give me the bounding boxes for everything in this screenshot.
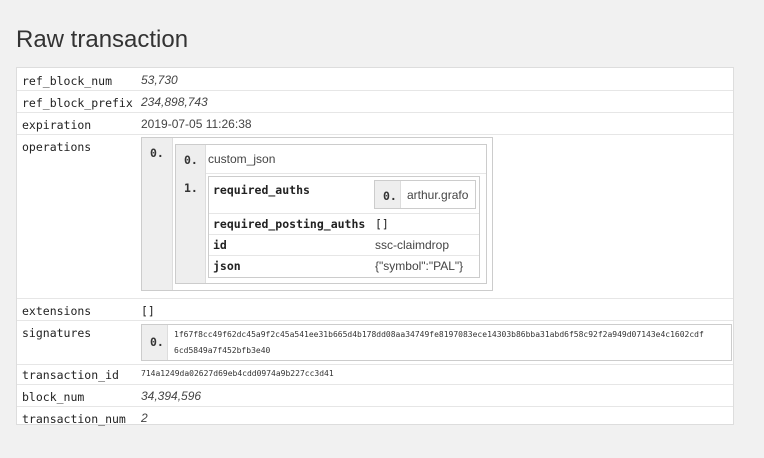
- payload-value: {"symbol":"PAL"}: [375, 259, 464, 273]
- payload-row-required-posting-auths: required_posting_auths []: [209, 213, 479, 235]
- required-auths-value: arthur.grafo: [407, 188, 469, 202]
- operation-body: 0. custom_json 1. required_auths 0. arth…: [175, 144, 487, 284]
- row-expiration: expiration 2019-07-05 11:26:38: [17, 112, 733, 135]
- operation-type-index: 0.: [176, 145, 206, 173]
- operation-payload-index: 1.: [176, 173, 206, 283]
- payload-key: required_posting_auths: [213, 217, 366, 231]
- payload-row-json: json {"symbol":"PAL"}: [209, 255, 479, 277]
- page-title: Raw transaction: [16, 26, 189, 53]
- field-key: extensions: [22, 304, 92, 318]
- signature-item: 0. 1f67f8cc49f62dc45a9f2c45a541ee31b665d…: [141, 324, 732, 361]
- field-key: ref_block_prefix: [22, 96, 133, 110]
- field-key: ref_block_num: [22, 74, 113, 88]
- payload-key: json: [213, 259, 241, 273]
- operation-item: 0. 0. custom_json 1. required_auths 0. a…: [141, 137, 493, 291]
- row-transaction-id: transaction_id 714a1249da02627d69eb4cdd0…: [17, 364, 733, 385]
- operation-type: custom_json: [208, 152, 276, 166]
- signature-line: 6cd5849a7f452bfb3e40: [174, 346, 271, 355]
- payload-value: []: [375, 217, 389, 231]
- required-auths-item: 0. arthur.grafo: [374, 180, 476, 209]
- operation-payload: required_auths 0. arthur.grafo required_…: [208, 176, 480, 278]
- operation-payload-row: 1. required_auths 0. arthur.grafo requir…: [176, 173, 486, 283]
- field-key: transaction_num: [22, 412, 126, 426]
- operation-index: 0.: [142, 138, 173, 290]
- row-transaction-num: transaction_num 2: [17, 406, 733, 426]
- field-value: 234,898,743: [141, 95, 208, 109]
- field-key: block_num: [22, 390, 85, 404]
- row-signatures: signatures 0. 1f67f8cc49f62dc45a9f2c45a5…: [17, 320, 733, 365]
- field-key: expiration: [22, 118, 92, 132]
- operation-type-row: 0. custom_json: [176, 145, 486, 174]
- payload-row-required-auths: required_auths 0. arthur.grafo: [209, 177, 479, 214]
- row-operations: operations 0. 0. custom_json 1. required…: [17, 134, 733, 299]
- row-extensions: extensions []: [17, 298, 733, 321]
- row-ref-block-prefix: ref_block_prefix 234,898,743: [17, 90, 733, 113]
- field-value: 53,730: [141, 73, 178, 87]
- field-key: transaction_id: [22, 368, 119, 382]
- signature-line: 1f67f8cc49f62dc45a9f2c45a541ee31b665d4b1…: [174, 330, 704, 339]
- payload-key: required_auths: [213, 183, 310, 197]
- field-key: signatures: [22, 326, 92, 340]
- field-value: 714a1249da02627d69eb4cdd0974a9b227cc3d41: [141, 369, 334, 378]
- row-block-num: block_num 34,394,596: [17, 384, 733, 407]
- field-value: 34,394,596: [141, 389, 202, 403]
- field-value: 2: [141, 411, 148, 425]
- payload-row-id: id ssc-claimdrop: [209, 234, 479, 256]
- field-value: 2019-07-05 11:26:38: [141, 117, 252, 131]
- field-value: []: [141, 304, 155, 318]
- field-key: operations: [22, 140, 92, 154]
- payload-key: id: [213, 238, 227, 252]
- signature-index: 0.: [142, 325, 168, 360]
- row-ref-block-num: ref_block_num 53,730: [17, 68, 733, 91]
- payload-value: ssc-claimdrop: [375, 238, 450, 252]
- transaction-table: ref_block_num 53,730 ref_block_prefix 23…: [16, 67, 734, 426]
- required-auths-index: 0.: [375, 181, 401, 208]
